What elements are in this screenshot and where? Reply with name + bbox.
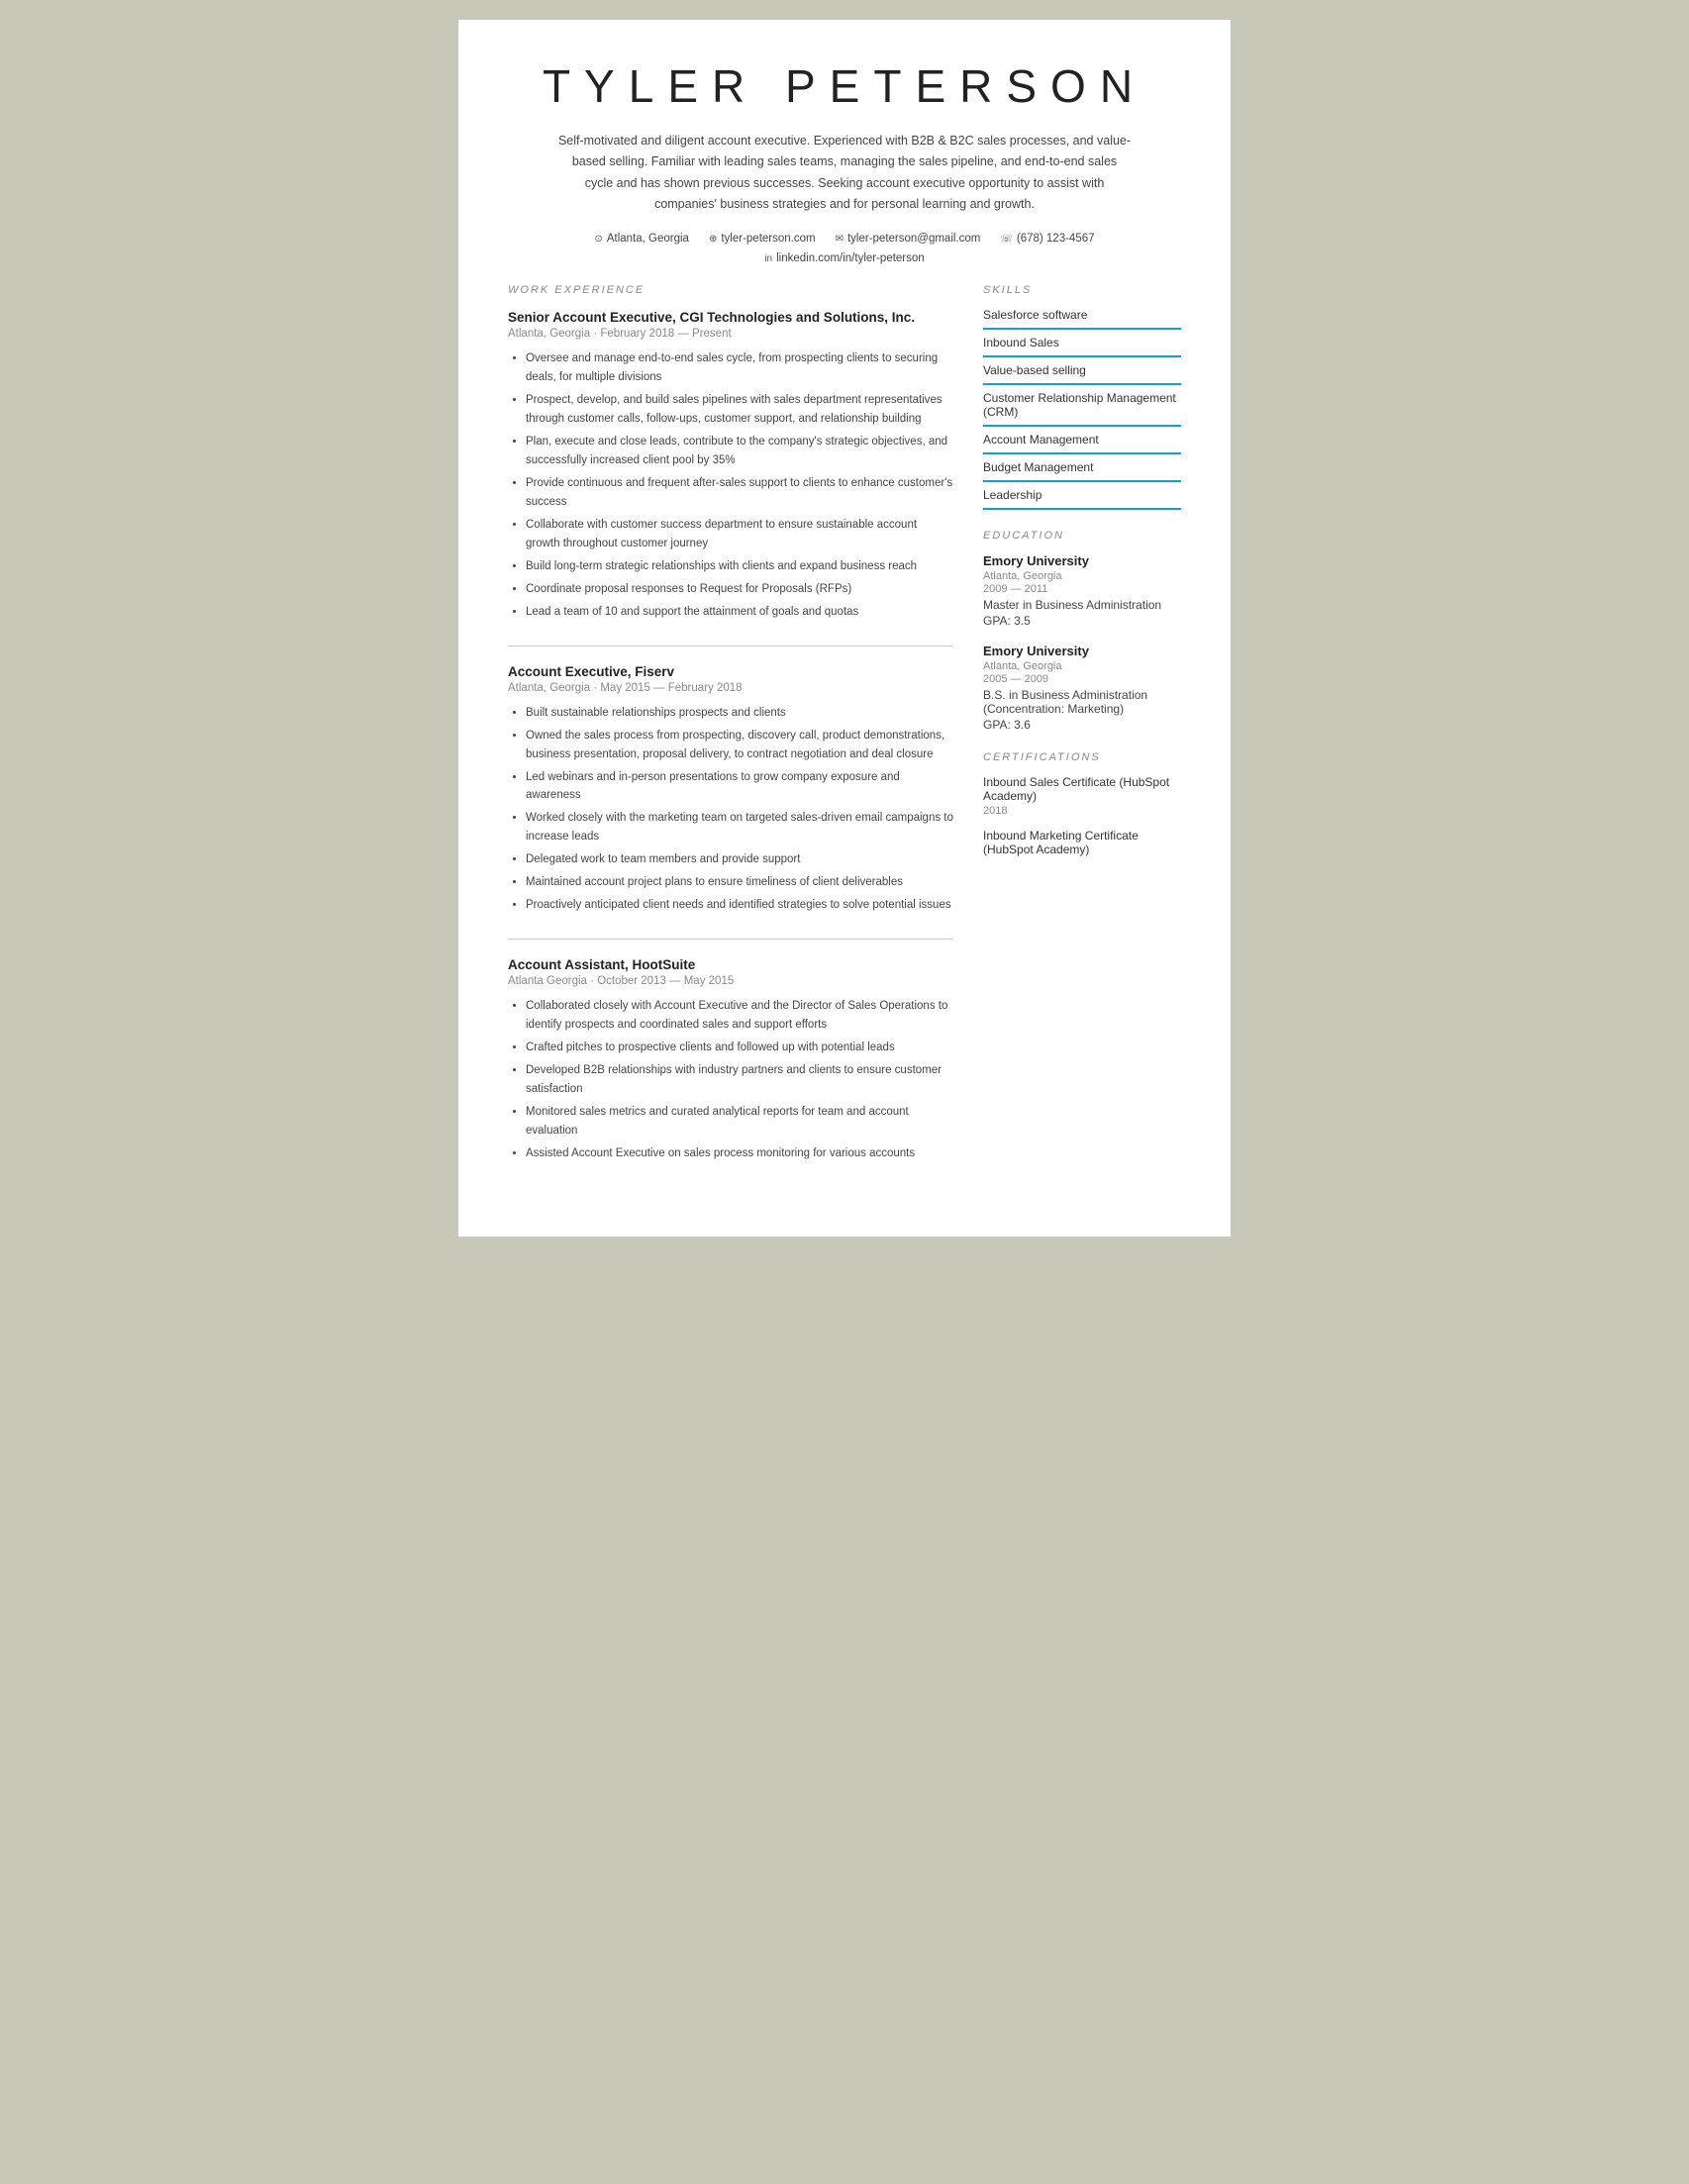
list-item: Lead a team of 10 and support the attain… [526, 603, 953, 622]
edu-gpa-2: GPA: 3.6 [983, 718, 1181, 732]
education-heading: EDUCATION [983, 530, 1181, 542]
list-item: Crafted pitches to prospective clients a… [526, 1039, 953, 1057]
summary-text: Self-motivated and diligent account exec… [557, 131, 1132, 215]
work-experience-heading: WORK EXPERIENCE [508, 284, 953, 296]
edu-block-1: Emory University Atlanta, Georgia 2009 —… [983, 553, 1181, 628]
resume-header: TYLER PETERSON Self-motivated and dilige… [508, 59, 1181, 264]
list-item: Plan, execute and close leads, contribut… [526, 433, 953, 470]
certifications-section: CERTIFICATIONS Inbound Sales Certificate… [983, 751, 1181, 856]
list-item: Delegated work to team members and provi… [526, 850, 953, 869]
list-item: Collaborate with customer success depart… [526, 516, 953, 553]
contact-email: ✉ tyler-peterson@gmail.com [836, 233, 981, 245]
list-item: Proactively anticipated client needs and… [526, 896, 953, 915]
list-item: Led webinars and in-person presentations… [526, 768, 953, 806]
skill-item-2: Value-based selling [983, 363, 1181, 385]
edu-school-2: Emory University [983, 644, 1181, 658]
linkedin-text: linkedin.com/in/tyler-peterson [776, 252, 925, 264]
phone-icon: ☏ [1000, 234, 1013, 245]
skill-item-3: Customer Relationship Management (CRM) [983, 391, 1181, 427]
edu-degree-1: Master in Business Administration [983, 598, 1181, 612]
cert-name-2: Inbound Marketing Certificate (HubSpot A… [983, 829, 1181, 856]
job-location-3: Atlanta Georgia [508, 975, 587, 987]
location-text: Atlanta, Georgia [607, 233, 689, 245]
list-item: Provide continuous and frequent after-sa… [526, 474, 953, 512]
cert-name-1: Inbound Sales Certificate (HubSpot Acade… [983, 775, 1181, 803]
list-item: Built sustainable relationships prospect… [526, 704, 953, 723]
list-item: Build long-term strategic relationships … [526, 557, 953, 576]
job-title-3: Account Assistant, HootSuite [508, 957, 953, 972]
side-column: SKILLS Salesforce software Inbound Sales… [983, 284, 1181, 1187]
divider-1 [508, 645, 953, 646]
skills-section: SKILLS Salesforce software Inbound Sales… [983, 284, 1181, 510]
linkedin-contact: in linkedin.com/in/tyler-peterson [764, 252, 924, 264]
job-dates-1: February 2018 — Present [600, 328, 731, 340]
list-item: Maintained account project plans to ensu… [526, 873, 953, 892]
main-column: WORK EXPERIENCE Senior Account Executive… [508, 284, 953, 1187]
phone-text: (678) 123-4567 [1017, 233, 1095, 245]
linkedin-icon: in [764, 253, 772, 264]
list-item: Worked closely with the marketing team o… [526, 809, 953, 846]
two-col-layout: WORK EXPERIENCE Senior Account Executive… [508, 284, 1181, 1187]
divider-2 [508, 939, 953, 940]
job-bullets-1: Oversee and manage end-to-end sales cycl… [508, 349, 953, 622]
skill-item-1: Inbound Sales [983, 336, 1181, 357]
skill-item-5: Budget Management [983, 460, 1181, 482]
job-meta-1: Atlanta, Georgia · February 2018 — Prese… [508, 328, 953, 340]
edu-school-1: Emory University [983, 553, 1181, 568]
edu-years-1: 2009 — 2011 [983, 583, 1181, 595]
edu-block-2: Emory University Atlanta, Georgia 2005 —… [983, 644, 1181, 732]
job-meta-2: Atlanta, Georgia · May 2015 — February 2… [508, 682, 953, 694]
list-item: Collaborated closely with Account Execut… [526, 997, 953, 1035]
job-block-1: Senior Account Executive, CGI Technologi… [508, 310, 953, 622]
job-dates-2: May 2015 — February 2018 [600, 682, 742, 694]
education-section: EDUCATION Emory University Atlanta, Geor… [983, 530, 1181, 732]
cert-block-1: Inbound Sales Certificate (HubSpot Acade… [983, 775, 1181, 817]
job-title-2: Account Executive, Fiserv [508, 664, 953, 679]
job-bullets-2: Built sustainable relationships prospect… [508, 704, 953, 916]
job-meta-3: Atlanta Georgia · October 2013 — May 201… [508, 975, 953, 987]
skill-item-0: Salesforce software [983, 308, 1181, 330]
edu-location-1: Atlanta, Georgia [983, 570, 1181, 582]
list-item: Owned the sales process from prospecting… [526, 727, 953, 764]
edu-years-2: 2005 — 2009 [983, 673, 1181, 685]
skill-item-4: Account Management [983, 433, 1181, 454]
edu-gpa-1: GPA: 3.5 [983, 614, 1181, 628]
list-item: Developed B2B relationships with industr… [526, 1061, 953, 1099]
job-block-3: Account Assistant, HootSuite Atlanta Geo… [508, 957, 953, 1163]
skills-heading: SKILLS [983, 284, 1181, 296]
contact-phone: ☏ (678) 123-4567 [1000, 233, 1094, 245]
job-location-1: Atlanta, Georgia [508, 328, 590, 340]
list-item: Monitored sales metrics and curated anal… [526, 1103, 953, 1141]
contact-row: ⊙ Atlanta, Georgia ⊕ tyler-peterson.com … [508, 233, 1181, 245]
email-text: tyler-peterson@gmail.com [847, 233, 980, 245]
website-text: tyler-peterson.com [721, 233, 815, 245]
list-item: Coordinate proposal responses to Request… [526, 580, 953, 599]
contact-website: ⊕ tyler-peterson.com [709, 233, 816, 245]
candidate-name: TYLER PETERSON [508, 59, 1181, 113]
list-item: Assisted Account Executive on sales proc… [526, 1144, 953, 1163]
job-location-2: Atlanta, Georgia [508, 682, 590, 694]
contact-location: ⊙ Atlanta, Georgia [594, 233, 689, 245]
linkedin-row: in linkedin.com/in/tyler-peterson [508, 252, 1181, 264]
list-item: Prospect, develop, and build sales pipel… [526, 391, 953, 429]
job-bullets-3: Collaborated closely with Account Execut… [508, 997, 953, 1163]
job-title-1: Senior Account Executive, CGI Technologi… [508, 310, 953, 325]
resume-page: TYLER PETERSON Self-motivated and dilige… [458, 20, 1231, 1237]
job-dates-3: October 2013 — May 2015 [597, 975, 734, 987]
website-icon: ⊕ [709, 234, 717, 245]
edu-degree-2: B.S. in Business Administration (Concent… [983, 688, 1181, 716]
certifications-heading: CERTIFICATIONS [983, 751, 1181, 763]
cert-year-1: 2018 [983, 805, 1181, 817]
list-item: Oversee and manage end-to-end sales cycl… [526, 349, 953, 387]
email-icon: ✉ [836, 234, 844, 245]
location-icon: ⊙ [594, 234, 602, 245]
edu-location-2: Atlanta, Georgia [983, 660, 1181, 672]
job-block-2: Account Executive, Fiserv Atlanta, Georg… [508, 664, 953, 916]
skill-item-6: Leadership [983, 488, 1181, 510]
cert-block-2: Inbound Marketing Certificate (HubSpot A… [983, 829, 1181, 856]
